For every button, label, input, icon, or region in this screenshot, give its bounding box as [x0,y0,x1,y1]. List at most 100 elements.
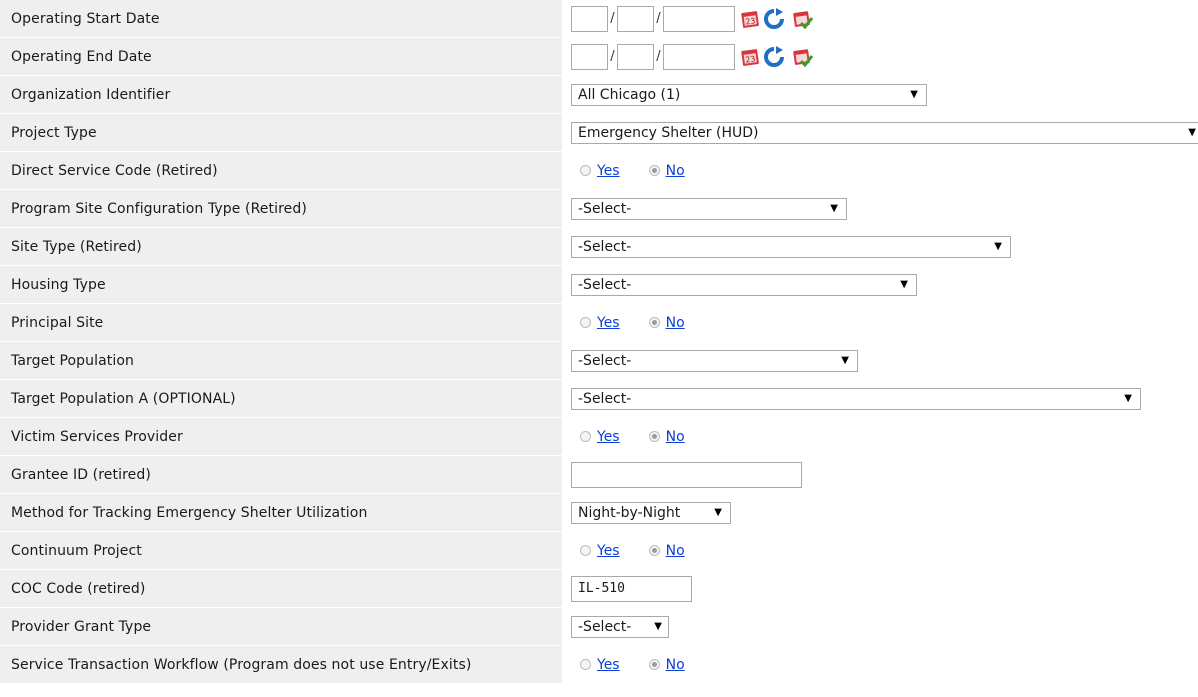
direct-service-code-field: Yes No [562,152,1198,189]
target-population-a-select[interactable]: -Select- ▼ [571,387,1141,410]
select-value: All Chicago (1) [578,86,681,103]
dropdown-arrow-icon: ▼ [900,279,908,290]
date-separator: / [610,11,615,26]
dropdown-arrow-icon: ▼ [1124,393,1132,404]
row-service-transaction-workflow: Service Transaction Workflow (Program do… [0,646,1198,684]
no-option[interactable]: No [648,315,685,331]
no-link[interactable]: No [666,429,685,445]
calendar-today-icon[interactable] [791,46,813,68]
field-label: Organization Identifier [0,76,562,113]
grantee-id-input[interactable] [571,461,802,488]
no-option[interactable]: No [648,163,685,179]
yes-radio[interactable] [580,431,591,442]
no-link[interactable]: No [666,657,685,673]
calendar-today-icon[interactable] [791,8,813,30]
organization-identifier-select[interactable]: All Chicago (1) ▼ [571,83,927,106]
field-label: Target Population A (OPTIONAL) [0,380,562,417]
provider-grant-type-select[interactable]: -Select- ▼ [571,615,669,638]
dropdown-arrow-icon: ▼ [830,203,838,214]
select-value: -Select- [578,238,632,255]
no-link[interactable]: No [666,315,685,331]
service-transaction-workflow-field: Yes No [562,646,1198,683]
start-year-input[interactable] [663,5,735,32]
no-option[interactable]: No [648,543,685,559]
no-option[interactable]: No [648,657,685,673]
field-label: COC Code (retired) [0,570,562,607]
row-program-site-configuration-type: Program Site Configuration Type (Retired… [0,190,1198,228]
field-label: Project Type [0,114,562,151]
tracking-method-select[interactable]: Night-by-Night ▼ [571,501,731,524]
organization-identifier-field: All Chicago (1) ▼ [562,76,1198,113]
no-link[interactable]: No [666,543,685,559]
row-operating-end-date: Operating End Date / / 23 [0,38,1198,76]
refresh-icon[interactable] [763,7,785,30]
yes-link[interactable]: Yes [597,429,620,445]
yes-option[interactable]: Yes [580,163,620,179]
row-continuum-project: Continuum Project Yes No [0,532,1198,570]
program-site-configuration-select[interactable]: -Select- ▼ [571,197,847,220]
no-radio[interactable] [648,165,660,176]
svg-text:23: 23 [745,54,756,64]
calendar-icon[interactable]: 23 [739,8,761,30]
date-separator: / [656,11,661,26]
grantee-id-field [562,456,1198,493]
end-day-input[interactable] [617,43,654,70]
yes-option[interactable]: Yes [580,657,620,673]
provider-form: Operating Start Date / / 23 Operating En… [0,0,1198,684]
yes-option[interactable]: Yes [580,543,620,559]
row-victim-services-provider: Victim Services Provider Yes No [0,418,1198,456]
field-label: Victim Services Provider [0,418,562,455]
target-population-select[interactable]: -Select- ▼ [571,349,858,372]
end-year-input[interactable] [663,43,735,70]
select-value: -Select- [578,352,632,369]
end-month-input[interactable] [571,43,608,70]
select-value: -Select- [578,390,632,407]
continuum-project-field: Yes No [562,532,1198,569]
start-day-input[interactable] [617,5,654,32]
field-label: Service Transaction Workflow (Program do… [0,646,562,683]
yes-link[interactable]: Yes [597,543,620,559]
yes-link[interactable]: Yes [597,163,620,179]
radio-group: Yes No [571,657,685,673]
svg-text:23: 23 [745,16,756,26]
yes-radio[interactable] [580,165,591,176]
no-link[interactable]: No [666,163,685,179]
row-organization-identifier: Organization Identifier All Chicago (1) … [0,76,1198,114]
refresh-icon[interactable] [763,45,785,68]
yes-link[interactable]: Yes [597,315,620,331]
no-option[interactable]: No [648,429,685,445]
no-radio[interactable] [648,431,660,442]
site-type-field: -Select- ▼ [562,228,1198,265]
site-type-select[interactable]: -Select- ▼ [571,235,1011,258]
field-label: Program Site Configuration Type (Retired… [0,190,562,227]
yes-option[interactable]: Yes [580,429,620,445]
row-tracking-method: Method for Tracking Emergency Shelter Ut… [0,494,1198,532]
calendar-icon[interactable]: 23 [739,46,761,68]
field-label: Target Population [0,342,562,379]
select-value: -Select- [578,276,632,293]
row-target-population-a: Target Population A (OPTIONAL) -Select- … [0,380,1198,418]
housing-type-select[interactable]: -Select- ▼ [571,273,917,296]
dropdown-arrow-icon: ▼ [714,507,722,518]
project-type-select[interactable]: Emergency Shelter (HUD) ▼ [571,121,1198,144]
operating-end-date-field: / / 23 [562,38,1198,75]
operating-start-date-field: / / 23 [562,0,1198,37]
coc-code-input[interactable]: IL-510 [571,575,692,602]
dropdown-arrow-icon: ▼ [994,241,1002,252]
no-radio[interactable] [648,659,660,670]
no-radio[interactable] [648,317,660,328]
yes-link[interactable]: Yes [597,657,620,673]
provider-grant-type-field: -Select- ▼ [562,608,1198,645]
start-month-input[interactable] [571,5,608,32]
field-label: Continuum Project [0,532,562,569]
no-radio[interactable] [648,545,660,556]
program-site-configuration-field: -Select- ▼ [562,190,1198,227]
field-label: Method for Tracking Emergency Shelter Ut… [0,494,562,531]
yes-radio[interactable] [580,659,591,670]
target-population-a-field: -Select- ▼ [562,380,1198,417]
yes-option[interactable]: Yes [580,315,620,331]
field-label: Provider Grant Type [0,608,562,645]
yes-radio[interactable] [580,317,591,328]
target-population-field: -Select- ▼ [562,342,1198,379]
yes-radio[interactable] [580,545,591,556]
